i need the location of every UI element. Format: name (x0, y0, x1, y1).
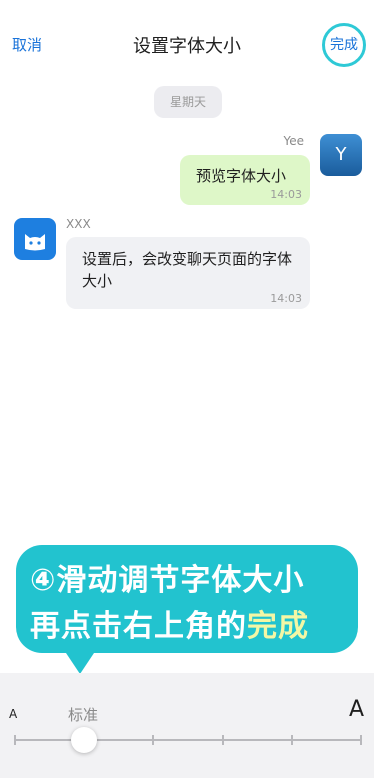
instruction-line-1: ④滑动调节字体大小 (30, 563, 305, 598)
instruction-highlight: 完成 (247, 609, 309, 644)
slider-tick (221, 735, 224, 745)
user-avatar: Y (320, 134, 362, 176)
slider-tick (290, 735, 293, 745)
font-size-slider-thumb[interactable] (71, 727, 98, 753)
slider-tick (14, 735, 16, 745)
current-size-label: 标准 (68, 706, 99, 724)
font-size-slider-track[interactable] (15, 739, 361, 741)
instruction-line-2-text: 再点击右上角的 (30, 609, 247, 644)
small-font-label: A (9, 707, 18, 721)
bot-avatar (14, 218, 56, 260)
done-button[interactable]: 完成 (322, 23, 366, 67)
received-message-text: 设置后，会改变聊天页面的字体大小 (82, 250, 293, 290)
slider-tick (360, 735, 362, 745)
sent-message-text: 预览字体大小 (196, 167, 287, 185)
sent-message-bubble: 预览字体大小 14:03 (180, 155, 310, 205)
slider-tick (152, 735, 155, 745)
large-font-label: A (348, 697, 364, 722)
page-title: 设置字体大小 (133, 36, 241, 57)
date-separator: 星期天 (154, 86, 222, 118)
instruction-line-2: 再点击右上角的完成 (30, 601, 309, 645)
font-size-panel: A 标准 A (0, 673, 374, 778)
cat-face-icon (25, 234, 45, 251)
callout-pointer (64, 650, 96, 674)
received-message-time: 14:03 (270, 292, 302, 305)
instruction-callout: ④滑动调节字体大小 再点击右上角的完成 (16, 545, 358, 653)
status-bar (0, 0, 374, 16)
sent-message-time: 14:03 (270, 188, 302, 201)
sent-sender-name: Yee (283, 134, 304, 148)
cancel-button[interactable]: 取消 (12, 34, 42, 55)
received-message-bubble: 设置后，会改变聊天页面的字体大小 14:03 (66, 237, 310, 309)
navigation-bar: 取消 设置字体大小 完成 (0, 16, 374, 72)
received-sender-name: XXX (66, 217, 91, 231)
